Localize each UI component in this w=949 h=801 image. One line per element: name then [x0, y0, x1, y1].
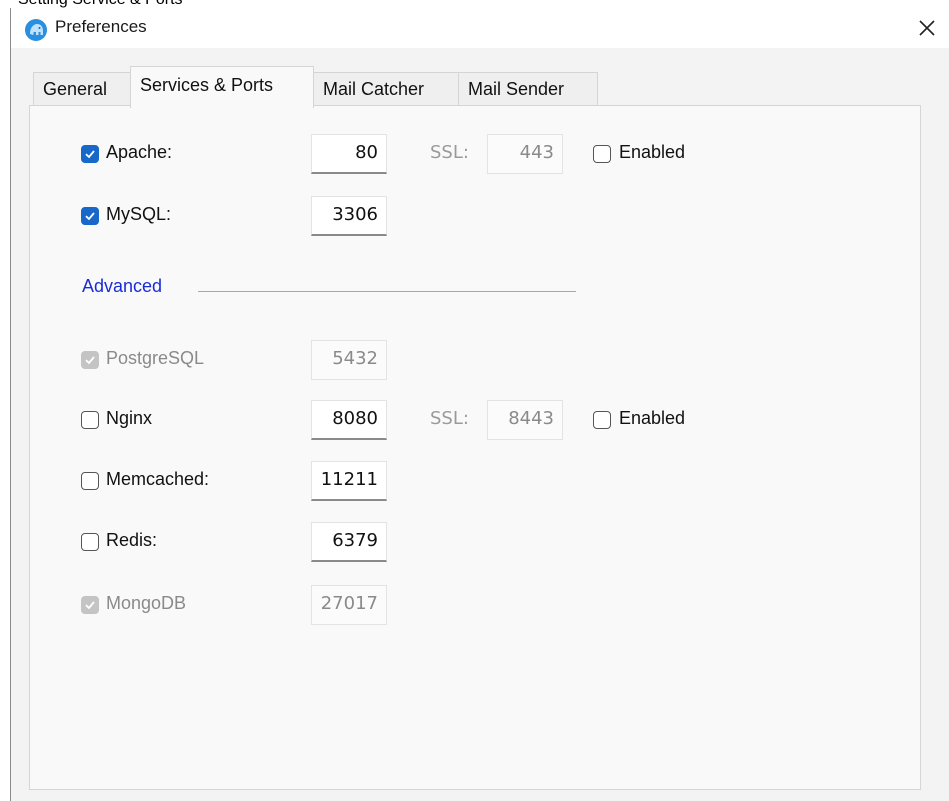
title-bar: Preferences: [11, 8, 949, 48]
memcached-port-input[interactable]: 11211: [311, 461, 387, 501]
nginx-ssl-enabled-label: Enabled: [619, 408, 686, 428]
window-title: Preferences: [55, 17, 147, 36]
apache-ssl-enabled-label: Enabled: [619, 142, 686, 162]
elephant-app-icon: [25, 19, 47, 41]
tab-general[interactable]: General: [33, 72, 131, 106]
redis-checkbox[interactable]: [81, 533, 99, 551]
nginx-ssl-label: SSL:: [430, 408, 469, 429]
mysql-label: MySQL:: [106, 204, 172, 224]
mysql-port-input[interactable]: 3306: [311, 196, 387, 236]
redis-label: Redis:: [106, 530, 158, 550]
mongodb-checkbox: [81, 596, 99, 614]
services-ports-panel: Apache: 80 SSL: 443 Enabled MySQL: 3306 …: [29, 105, 921, 790]
tab-mail-sender[interactable]: Mail Sender: [458, 72, 598, 106]
check-icon: [85, 601, 95, 610]
close-button[interactable]: [904, 8, 949, 48]
redis-port-input[interactable]: 6379: [311, 522, 387, 562]
mongodb-label: MongoDB: [106, 593, 187, 613]
nginx-checkbox[interactable]: [81, 411, 99, 429]
memcached-label: Memcached:: [106, 469, 210, 489]
advanced-section-label: Advanced: [82, 276, 163, 296]
mongodb-port-input: 27017: [311, 585, 387, 625]
advanced-divider: [198, 291, 576, 292]
postgresql-checkbox: [81, 351, 99, 369]
postgresql-port-input: 5432: [311, 340, 387, 380]
apache-ssl-enabled-checkbox[interactable]: [593, 145, 611, 163]
memcached-checkbox[interactable]: [81, 472, 99, 490]
apache-checkbox[interactable]: [81, 145, 99, 163]
apache-ssl-port-input[interactable]: 443: [487, 134, 563, 174]
apache-port-input[interactable]: 80: [311, 134, 387, 174]
nginx-ssl-enabled-checkbox[interactable]: [593, 411, 611, 429]
check-icon: [85, 356, 95, 365]
apache-label: Apache:: [106, 142, 173, 162]
apache-ssl-label: SSL:: [430, 142, 469, 163]
close-icon: [919, 20, 935, 36]
preferences-window: Preferences General Services & Ports Mai…: [10, 8, 949, 801]
tab-services-ports[interactable]: Services & Ports: [130, 66, 314, 108]
mysql-checkbox[interactable]: [81, 207, 99, 225]
check-icon: [85, 212, 95, 221]
check-icon: [85, 150, 95, 159]
nginx-label: Nginx: [106, 408, 153, 428]
nginx-port-input[interactable]: 8080: [311, 400, 387, 440]
nginx-ssl-port-input[interactable]: 8443: [487, 400, 563, 440]
tab-mail-catcher[interactable]: Mail Catcher: [313, 72, 459, 106]
postgresql-label: PostgreSQL: [106, 348, 205, 368]
